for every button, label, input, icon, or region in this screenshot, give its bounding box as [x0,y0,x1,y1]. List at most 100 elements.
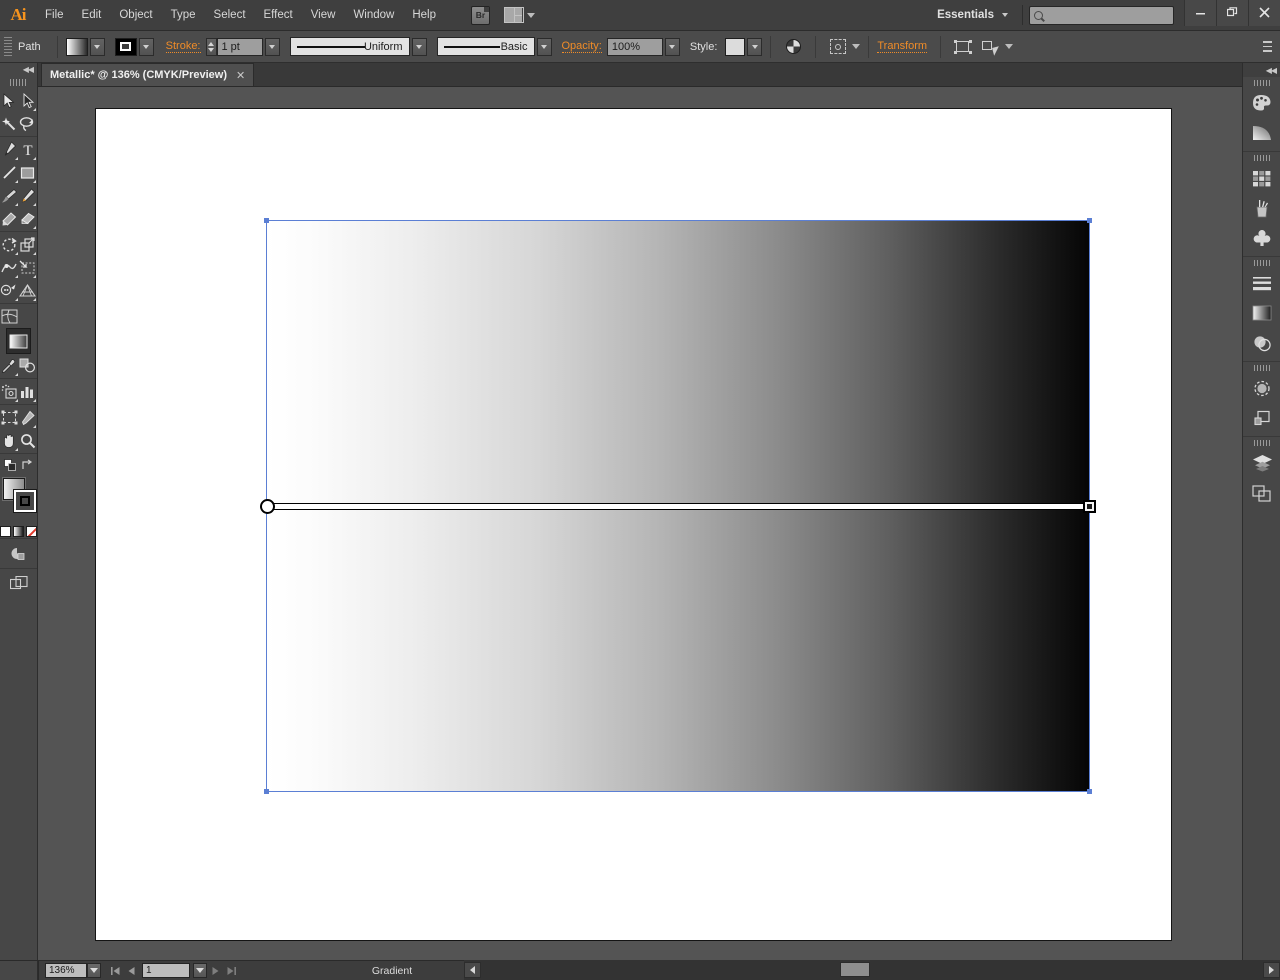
blend-tool[interactable] [19,354,38,377]
gradient-tool[interactable] [6,328,31,354]
brushes-panel-button[interactable] [1243,193,1280,223]
opacity-dropdown-button[interactable] [664,37,680,56]
blob-brush-tool[interactable] [0,207,19,230]
stroke-dropdown-button[interactable] [138,37,154,56]
perspective-grid-tool[interactable] [19,279,38,302]
fill-swatch[interactable] [65,37,88,56]
artboard[interactable] [95,108,1172,941]
menu-object[interactable]: Object [110,0,161,31]
line-segment-tool[interactable] [0,161,19,184]
transparency-panel-button[interactable] [1243,328,1280,358]
menu-select[interactable]: Select [205,0,255,31]
graphic-style-swatch[interactable] [725,37,746,56]
minimize-button[interactable] [1184,0,1216,26]
page-dropdown-button[interactable] [193,963,207,978]
control-bar-grip[interactable] [4,36,12,57]
horizontal-scrollbar[interactable] [464,960,1280,980]
layers-panel-button[interactable] [1243,448,1280,478]
dock-grip[interactable] [1243,152,1280,163]
artboards-panel-button[interactable] [1243,478,1280,508]
menu-view[interactable]: View [302,0,345,31]
dock-collapse-button[interactable]: ◀◀ [1243,63,1280,77]
stroke-label[interactable]: Stroke: [165,40,201,53]
bridge-icon[interactable]: Br [471,5,490,25]
stroke-weight-dropdown-button[interactable] [264,37,280,56]
rotate-tool[interactable] [0,233,19,256]
color-button[interactable] [0,526,11,537]
mesh-tool[interactable] [0,305,19,328]
menu-type[interactable]: Type [162,0,205,31]
selection-tool[interactable] [0,89,19,112]
zoom-control[interactable]: 136% [45,961,101,980]
page-number-input[interactable]: 1 [142,963,190,978]
close-button[interactable] [1248,0,1280,26]
drawing-mode-button[interactable] [0,540,37,567]
gradient-origin-handle[interactable] [260,499,275,514]
menu-help[interactable]: Help [403,0,445,31]
zoom-dropdown-button[interactable] [87,963,101,978]
workspace-switcher[interactable]: Essentials [929,9,1016,21]
first-page-button[interactable] [107,963,123,978]
gradient-button[interactable] [13,526,24,537]
type-tool[interactable]: T [19,138,38,161]
symbols-panel-button[interactable] [1243,223,1280,253]
arrange-documents-button[interactable] [504,7,535,23]
lasso-tool[interactable] [19,112,38,135]
stroke-panel-button[interactable] [1243,268,1280,298]
chevron-down-icon[interactable] [852,44,861,49]
control-panel-menu-button[interactable] [1263,40,1272,54]
menu-effect[interactable]: Effect [255,0,302,31]
rectangle-tool[interactable] [19,161,38,184]
stroke-color-swatch[interactable] [14,490,36,512]
graphic-styles-panel-button[interactable] [1243,403,1280,433]
search-input[interactable] [1029,5,1174,25]
pencil-tool[interactable] [19,184,38,207]
dock-grip[interactable] [1243,257,1280,268]
zoom-tool[interactable] [19,429,38,452]
opacity-input[interactable]: 100% [606,37,663,56]
column-graph-tool[interactable] [19,380,38,403]
dock-grip[interactable] [1243,77,1280,88]
document-tab[interactable]: Metallic* @ 136% (CMYK/Preview) ✕ [41,63,255,86]
swatches-panel-button[interactable] [1243,163,1280,193]
tools-panel-grip[interactable] [0,76,37,88]
swap-fill-stroke-button[interactable] [21,459,34,472]
brush-definition[interactable]: Basic [436,37,552,56]
scroll-left-button[interactable] [464,962,481,978]
direct-selection-tool[interactable] [19,89,38,112]
appearance-panel-button[interactable] [1243,373,1280,403]
magic-wand-tool[interactable] [0,112,19,135]
free-transform-tool[interactable] [19,256,38,279]
select-similar-button[interactable] [980,37,1002,57]
scroll-right-button[interactable] [1263,962,1280,978]
default-fill-stroke-button[interactable] [3,459,17,472]
stroke-swatch[interactable] [114,37,137,56]
scale-tool[interactable] [19,233,38,256]
horizontal-scroll-thumb[interactable] [840,962,870,977]
previous-page-button[interactable] [123,963,139,978]
zoom-level-input[interactable]: 136% [45,963,87,978]
hand-tool[interactable] [0,429,19,452]
dock-grip[interactable] [1243,437,1280,448]
menu-window[interactable]: Window [344,0,403,31]
artboard-tool[interactable] [0,406,19,429]
isolate-selection-button[interactable] [827,37,849,57]
eyedropper-tool[interactable] [0,354,19,377]
restore-button[interactable] [1216,0,1248,26]
canvas-area[interactable] [38,87,1242,960]
paintbrush-tool[interactable] [0,184,19,207]
symbol-sprayer-tool[interactable] [0,380,19,403]
gradient-annotator-bar[interactable] [267,503,1089,510]
gradient-panel-button[interactable] [1243,298,1280,328]
color-panel-button[interactable] [1243,88,1280,118]
last-page-button[interactable] [223,963,239,978]
stroke-weight-input[interactable]: 1 pt [216,37,263,56]
opacity-mask-button[interactable] [782,37,804,57]
gradient-end-handle[interactable] [1083,500,1096,513]
opacity-label[interactable]: Opacity: [561,40,602,53]
tools-panel-collapse-button[interactable]: ◀◀ [0,63,37,76]
next-page-button[interactable] [207,963,223,978]
graphic-style-dropdown-button[interactable] [747,37,763,56]
width-tool[interactable] [0,256,19,279]
screen-mode-button[interactable] [0,570,37,597]
